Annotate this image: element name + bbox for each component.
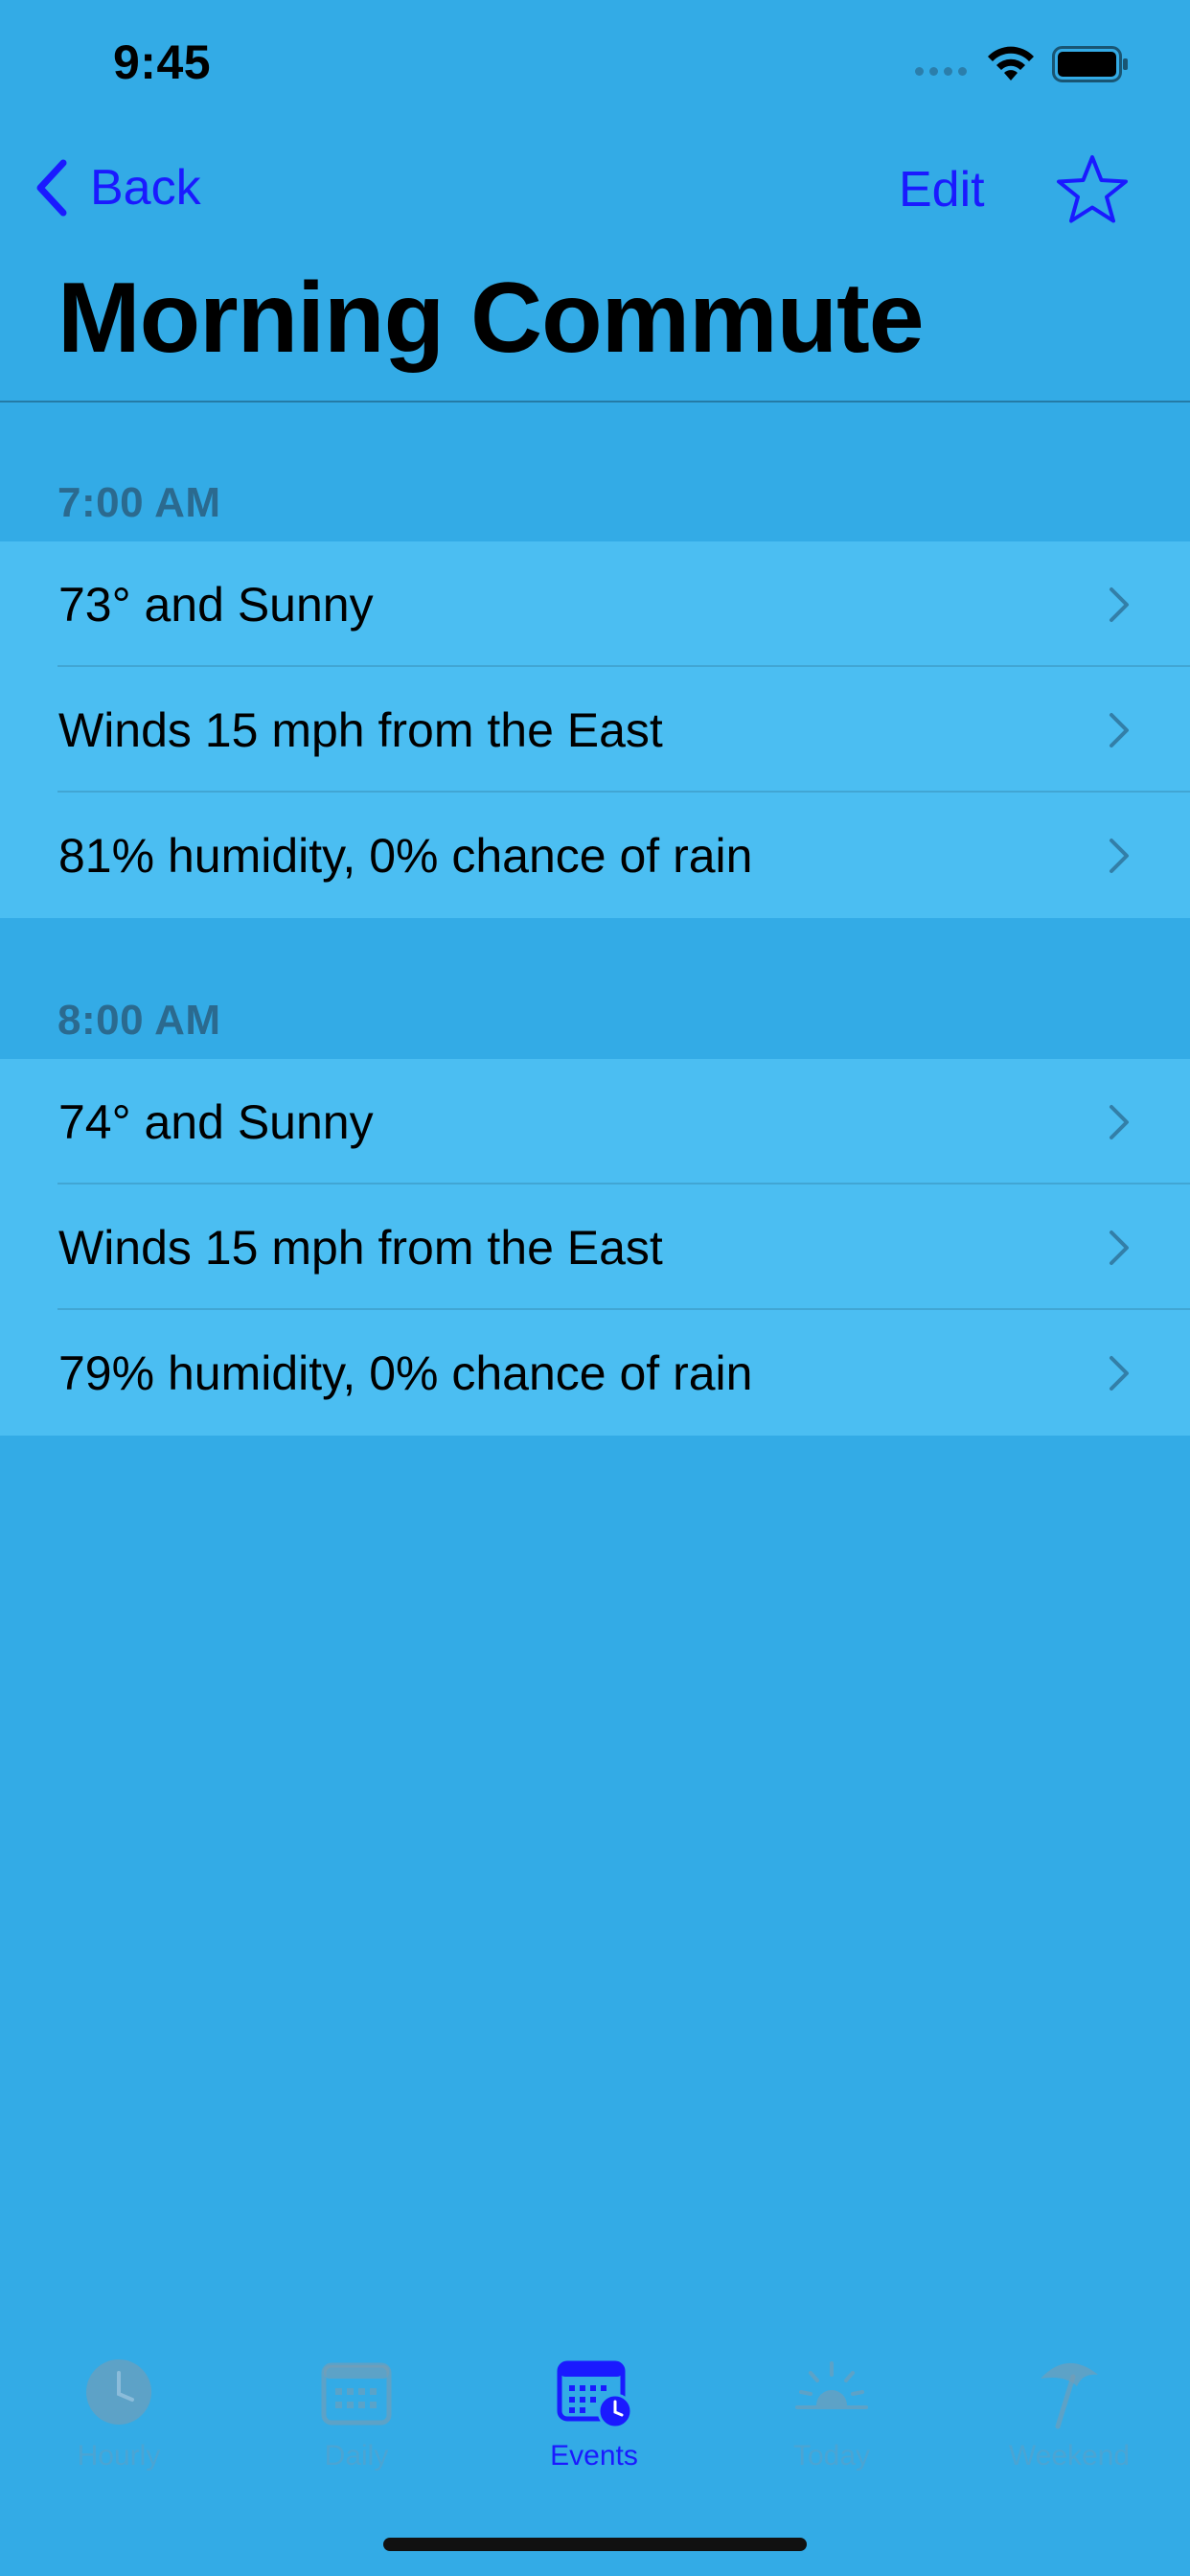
back-button[interactable]: Back [34,159,201,217]
list-item-label: 73° and Sunny [58,577,374,632]
list-item[interactable]: Winds 15 mph from the East [0,1184,1190,1310]
tab-today[interactable]: Today [713,2354,950,2472]
tab-label: Hourly [77,2440,161,2472]
section-group: 73° and Sunny Winds 15 mph from the East… [0,541,1190,918]
star-icon[interactable] [1054,151,1131,228]
tab-events[interactable]: Events [475,2354,713,2472]
chevron-right-icon [1110,1230,1129,1265]
home-indicator[interactable] [383,2538,807,2551]
chevron-right-icon [1110,839,1129,873]
tab-bar: Hourly Daily Events Today Weekend [0,2329,1190,2482]
list-item-label: Winds 15 mph from the East [58,1220,663,1275]
back-button-label: Back [90,160,201,216]
list-item-label: Winds 15 mph from the East [58,702,663,757]
list-item[interactable]: Winds 15 mph from the East [0,667,1190,793]
tab-daily[interactable]: Daily [238,2354,475,2472]
chevron-right-icon [1110,1356,1129,1391]
tab-label: Daily [324,2440,389,2472]
edit-button[interactable]: Edit [899,161,985,218]
section-group: 74° and Sunny Winds 15 mph from the East… [0,1059,1190,1436]
calendar-icon [321,2362,392,2426]
status-time: 9:45 [113,35,212,89]
sunrise-icon [795,2361,868,2409]
nav-divider [0,401,1190,402]
battery-icon [1052,46,1128,82]
list-item-label: 74° and Sunny [58,1094,374,1149]
navigation-bar: Back Edit [0,144,1190,240]
section-header: 7:00 AM [57,479,221,526]
page-title: Morning Commute [57,263,925,374]
tab-weekend[interactable]: Weekend [950,2354,1188,2472]
list-item[interactable]: 73° and Sunny [0,541,1190,667]
chevron-left-icon [36,159,67,217]
section-header: 8:00 AM [57,997,221,1044]
tab-label: Weekend [1008,2440,1131,2472]
status-bar: 9:45 [0,0,1190,126]
chevron-right-icon [1110,1105,1129,1139]
cellular-signal-icon [915,67,967,76]
clock-icon [86,2359,151,2425]
calendar-clock-icon [557,2360,632,2429]
chevron-right-icon [1110,713,1129,748]
tab-label: Events [550,2440,638,2472]
list-item[interactable]: 81% humidity, 0% chance of rain [0,793,1190,918]
tab-hourly[interactable]: Hourly [0,2354,238,2472]
list-item-label: 79% humidity, 0% chance of rain [58,1346,753,1400]
beach-umbrella-icon [1041,2362,1098,2429]
tab-label: Today [792,2440,871,2472]
list-item[interactable]: 79% humidity, 0% chance of rain [0,1310,1190,1436]
list-item[interactable]: 74° and Sunny [0,1059,1190,1184]
chevron-right-icon [1110,587,1129,622]
list-item-label: 81% humidity, 0% chance of rain [58,828,753,883]
wifi-icon [988,46,1034,80]
